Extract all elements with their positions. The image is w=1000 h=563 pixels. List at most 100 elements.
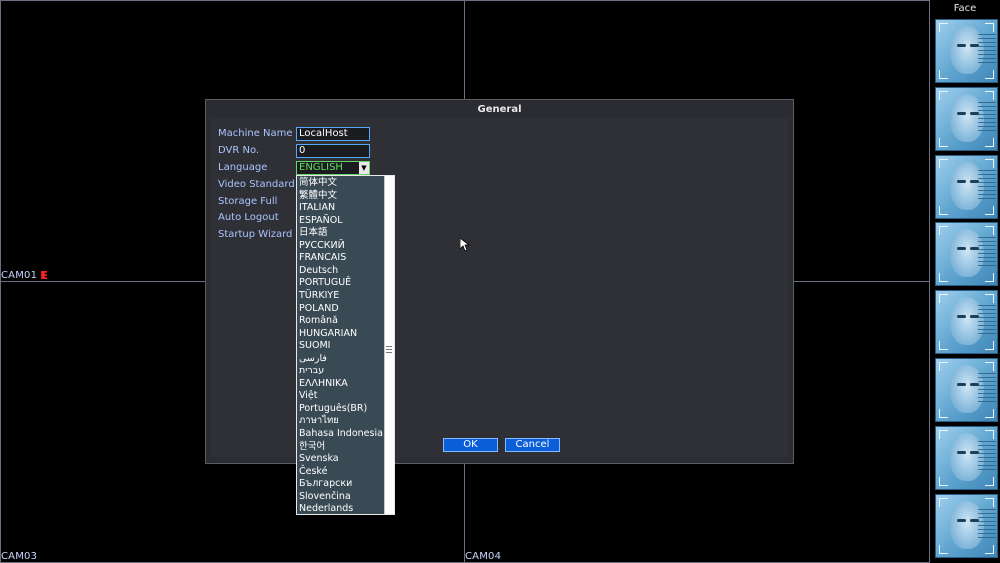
frame-corner [985, 362, 994, 371]
frame-corner [939, 137, 948, 147]
frame-corner [939, 429, 948, 439]
frame-corner [939, 90, 948, 100]
eye-shape [957, 518, 966, 522]
eye-shape [957, 179, 966, 183]
frame-corner [939, 273, 948, 283]
language-option[interactable]: ﻓﺎﺭﺳﯽ [299, 353, 327, 365]
general-dialog: General [205, 99, 794, 464]
eye-shape [957, 383, 966, 386]
frame-corner [985, 294, 994, 304]
frame-corner [985, 497, 994, 507]
frame-corner [939, 341, 948, 351]
frame-corner [939, 70, 948, 79]
ok-button[interactable]: OK [443, 438, 498, 452]
scan-lines [978, 508, 996, 539]
language-option[interactable]: 繁體中文 [299, 190, 337, 202]
frame-corner [985, 273, 994, 283]
dropdown-scrollbar[interactable] [384, 176, 394, 514]
language-option[interactable]: České [299, 466, 327, 478]
frame-corner [939, 497, 948, 507]
scan-lines [978, 34, 996, 64]
language-option[interactable]: Nederlands [299, 503, 353, 514]
frame-corner [939, 409, 948, 418]
language-option[interactable]: 한국어 [299, 441, 325, 453]
language-option[interactable]: PORTUGUÊ [299, 277, 351, 289]
face-thumbnail[interactable] [935, 86, 998, 151]
eye-shape [957, 44, 966, 47]
language-option[interactable]: ITALIAN [299, 202, 335, 214]
frame-corner [939, 226, 948, 236]
language-option[interactable]: Deutsch [299, 265, 338, 277]
language-option[interactable]: Slovenčina [299, 491, 351, 503]
auto-logout-label: Auto Logout [218, 212, 279, 223]
face-thumbnail[interactable] [935, 222, 998, 287]
frame-corner [939, 158, 948, 168]
language-option[interactable]: SUOMI [299, 340, 330, 352]
language-option[interactable]: РУССКИЙ [299, 240, 345, 252]
storage-full-label: Storage Full [218, 196, 278, 207]
scan-lines [978, 169, 996, 200]
frame-corner [985, 226, 994, 236]
face-thumbnail[interactable] [935, 19, 998, 83]
frame-corner [985, 429, 994, 439]
cam01-label[interactable]: CAM01 [1, 270, 48, 281]
language-selected-value: ENGLISH [299, 162, 343, 173]
cancel-button[interactable]: Cancel [505, 438, 560, 452]
face-thumbnail[interactable] [935, 425, 998, 490]
face-thumbnail[interactable] [935, 358, 998, 422]
scrollbar-thumb[interactable] [386, 346, 392, 354]
language-option[interactable]: Svenska [299, 453, 339, 465]
language-label: Language [218, 162, 268, 173]
frame-corner [939, 205, 948, 215]
language-option[interactable]: 日本語 [299, 227, 328, 239]
language-option[interactable]: ESPAÑOL [299, 215, 343, 227]
frame-corner [939, 544, 948, 554]
eye-shape [957, 111, 966, 115]
language-select[interactable]: ENGLISH ▼ [296, 161, 370, 175]
scan-lines [978, 305, 996, 336]
dvr-no-input[interactable]: 0 [296, 144, 370, 158]
scan-lines [978, 237, 996, 268]
face-panel-title: Face [953, 3, 977, 14]
frame-corner [985, 90, 994, 100]
frame-corner [939, 476, 948, 486]
face-thumbnail[interactable] [935, 493, 998, 558]
language-option[interactable]: Български [299, 478, 352, 490]
frame-corner [985, 205, 994, 215]
frame-corner [939, 294, 948, 304]
language-option[interactable]: Việt [299, 390, 318, 402]
video-standard-label: Video Standard [218, 179, 295, 190]
cam01-text: CAM01 [1, 270, 38, 281]
cam03-label[interactable]: CAM03 [1, 551, 37, 562]
face-thumbnail[interactable] [935, 290, 998, 355]
frame-corner [939, 362, 948, 371]
language-option[interactable]: Bahasa Indonesia [299, 428, 383, 440]
language-dropdown-list[interactable]: 简体中文 繁體中文 ITALIAN ESPAÑOL 日本語 РУССКИЙ FRANCAIS… [296, 175, 395, 515]
language-option[interactable]: ΕΛΛΗΝΙΚΑ [299, 378, 348, 390]
language-option[interactable]: 简体中文 [299, 177, 337, 189]
machine-name-input[interactable]: LocalHost [296, 127, 370, 141]
frame-corner [985, 137, 994, 147]
language-option[interactable]: Română [299, 315, 338, 327]
face-panel: Face [930, 0, 1000, 563]
language-option[interactable]: עברית [299, 365, 324, 377]
eye-shape [957, 450, 966, 454]
face-thumbnail[interactable] [935, 154, 998, 219]
cam04-label[interactable]: CAM04 [465, 551, 501, 562]
language-option[interactable]: Português(BR) [299, 403, 367, 415]
frame-corner [985, 70, 994, 79]
chevron-down-icon[interactable]: ▼ [359, 162, 369, 174]
language-option[interactable]: FRANCAIS [299, 252, 346, 264]
language-option[interactable]: TÜRKIYE [299, 290, 339, 302]
frame-corner [985, 23, 994, 32]
dvr-no-label: DVR No. [218, 145, 260, 156]
frame-corner [985, 158, 994, 168]
language-option[interactable]: HUNGARIAN [299, 328, 357, 340]
language-option[interactable]: ภาษาไทย [299, 415, 339, 427]
frame-corner [985, 341, 994, 351]
language-option[interactable]: POLAND [299, 303, 339, 315]
machine-name-label: Machine Name [218, 128, 293, 139]
frame-corner [985, 544, 994, 554]
scan-lines [978, 101, 996, 132]
startup-wizard-label: Startup Wizard [218, 229, 293, 240]
